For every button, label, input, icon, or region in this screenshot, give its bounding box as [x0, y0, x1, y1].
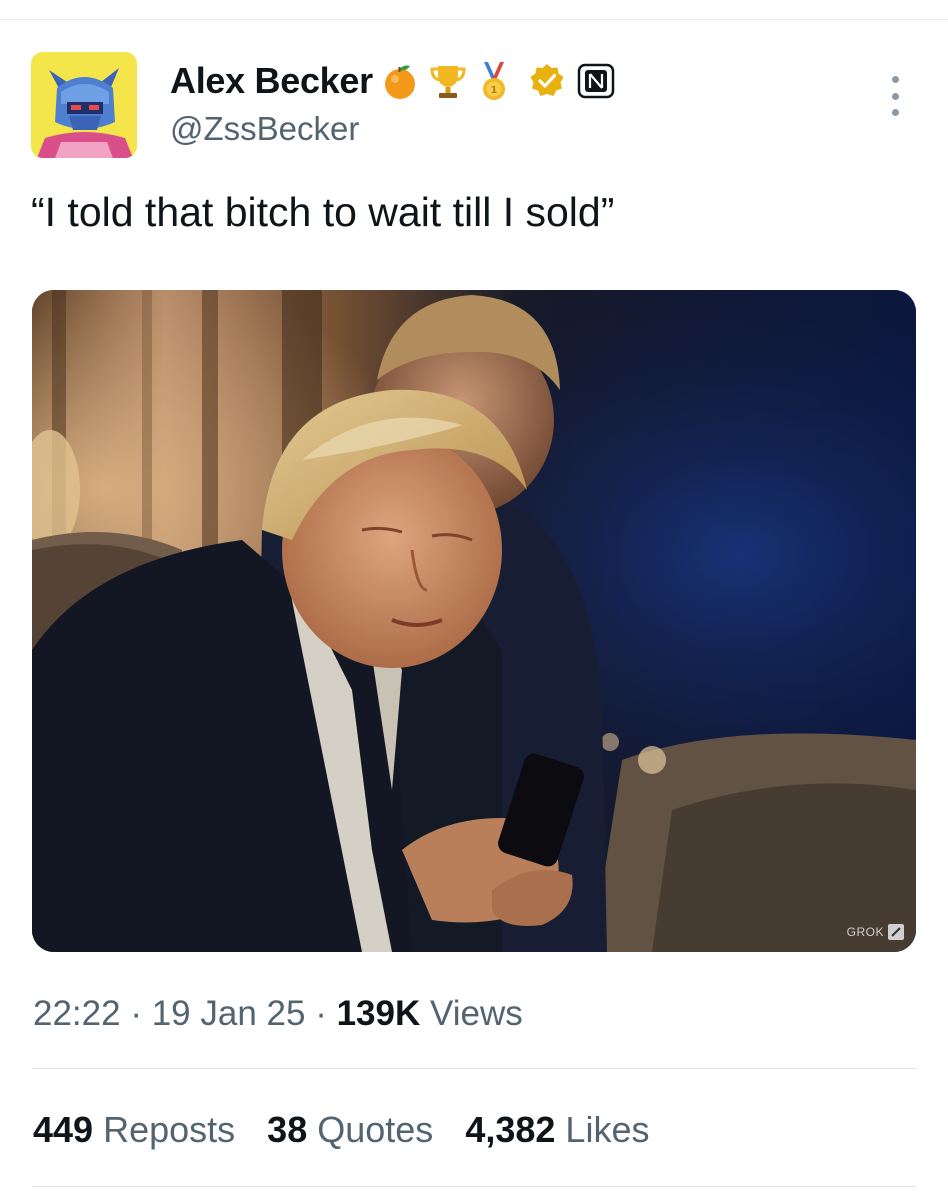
divider	[32, 1068, 916, 1069]
dot-icon	[891, 109, 899, 116]
reposts-count: 449	[33, 1109, 94, 1150]
engagement-stats: 449 Reposts 38 Quotes 4,382 Likes	[33, 1106, 681, 1154]
trophy-emoji-icon	[427, 60, 469, 102]
author-handle[interactable]: @ZssBecker	[170, 110, 359, 148]
dot-icon	[891, 76, 899, 83]
reposts-label: Reposts	[103, 1109, 236, 1150]
orange-emoji-icon	[379, 60, 421, 102]
top-divider	[0, 19, 948, 20]
likes-stat[interactable]: 4,382 Likes	[465, 1106, 649, 1154]
tweet-meta: 22:22 · 19 Jan 25 · 139K Views	[33, 990, 523, 1038]
meta-separator: ·	[315, 994, 327, 1033]
likes-count: 4,382	[465, 1109, 556, 1150]
author-display-name[interactable]: Alex Becker	[170, 60, 373, 102]
tweet-date[interactable]: 19 Jan 25	[152, 994, 306, 1033]
views-label: Views	[430, 994, 523, 1033]
verified-badge-icon	[527, 61, 567, 101]
grok-watermark: GROK	[847, 924, 904, 940]
reposts-stat[interactable]: 449 Reposts	[33, 1106, 235, 1154]
grok-icon	[888, 924, 904, 940]
quotes-count: 38	[267, 1109, 308, 1150]
tweet-time[interactable]: 22:22	[33, 994, 121, 1033]
grok-watermark-text: GROK	[846, 925, 884, 939]
likes-label: Likes	[565, 1109, 650, 1150]
views-count: 139K	[336, 994, 421, 1033]
author-avatar[interactable]	[31, 52, 137, 158]
more-options-button[interactable]	[880, 76, 910, 116]
divider	[32, 1186, 916, 1187]
meta-separator: ·	[130, 994, 142, 1033]
gold-medal-emoji-icon: 1	[475, 60, 513, 102]
quotes-stat[interactable]: 38 Quotes	[267, 1106, 433, 1154]
quotes-label: Quotes	[317, 1109, 434, 1150]
author-name-row: Alex Becker 1	[170, 58, 615, 104]
tweet-media-image[interactable]: GROK	[32, 290, 916, 952]
tweet-text: “I told that bitch to wait till I sold”	[31, 189, 615, 235]
affiliate-badge-icon	[577, 63, 615, 99]
dot-icon	[891, 92, 899, 100]
svg-text:1: 1	[490, 85, 497, 96]
